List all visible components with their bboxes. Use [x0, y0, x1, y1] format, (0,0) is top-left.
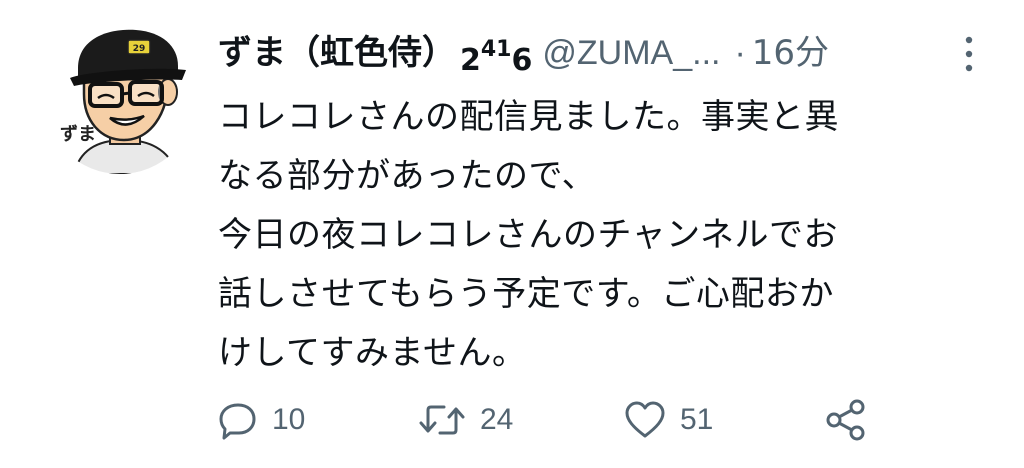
- like-button[interactable]: 51: [624, 392, 713, 448]
- author-display-name[interactable]: ずま（虹色侍）: [218, 24, 456, 82]
- retweet-count: 24: [480, 403, 514, 436]
- tweet-text-line: けしてすみません。: [218, 333, 527, 373]
- more-options-button[interactable]: [958, 34, 980, 74]
- tweet-text-line: コレコレさんの配信見ました。事実と異: [218, 97, 839, 137]
- share-icon: [826, 399, 865, 441]
- reply-icon: [219, 403, 256, 440]
- name-suffix-sub2: 6: [511, 43, 533, 78]
- author-handle[interactable]: @ZUMA_...: [542, 24, 720, 82]
- more-vertical-icon: [965, 36, 973, 72]
- tweet-header: ずま（虹色侍） 2416 @ZUMA_... · 16分: [218, 24, 988, 82]
- tweet-content: ずま（虹色侍） 2416 @ZUMA_... · 16分 コレコレさんの配信見ま…: [218, 24, 988, 383]
- heart-icon: [625, 401, 665, 438]
- like-count: 51: [680, 403, 714, 436]
- avatar-illustration: 29 ずま: [60, 29, 186, 174]
- tweet[interactable]: 29 ずま ずま（虹色侍） 2416 @ZUMA_... · 16分 コレコレさ…: [0, 0, 1024, 468]
- separator-dot: ·: [734, 34, 746, 72]
- reply-button[interactable]: 10: [218, 392, 305, 448]
- reply-count: 10: [272, 403, 306, 436]
- tweet-text-line: 話しさせてもらう予定です。ご心配おか: [218, 274, 834, 314]
- tweet-actions: 10 24 51: [218, 392, 918, 448]
- tweet-text: コレコレさんの配信見ました。事実と異 なる部分があったので、 今日の夜コレコレさ…: [218, 88, 988, 383]
- retweet-icon: [419, 405, 465, 435]
- name-suffix-sup: 41: [480, 37, 512, 62]
- author-name-suffix: 2416: [460, 32, 532, 93]
- name-suffix-sub1: 2: [460, 43, 481, 78]
- tweet-timestamp[interactable]: 16分: [752, 24, 829, 82]
- avatar-caption: ずま: [60, 124, 96, 145]
- avatar[interactable]: 29 ずま: [44, 22, 196, 174]
- tweet-text-line: 今日の夜コレコレさんのチャンネルでお: [218, 215, 838, 255]
- svg-text:29: 29: [133, 44, 146, 54]
- retweet-button[interactable]: 24: [418, 392, 513, 448]
- share-button[interactable]: [824, 392, 868, 448]
- tweet-text-line: なる部分があったので、: [218, 156, 597, 196]
